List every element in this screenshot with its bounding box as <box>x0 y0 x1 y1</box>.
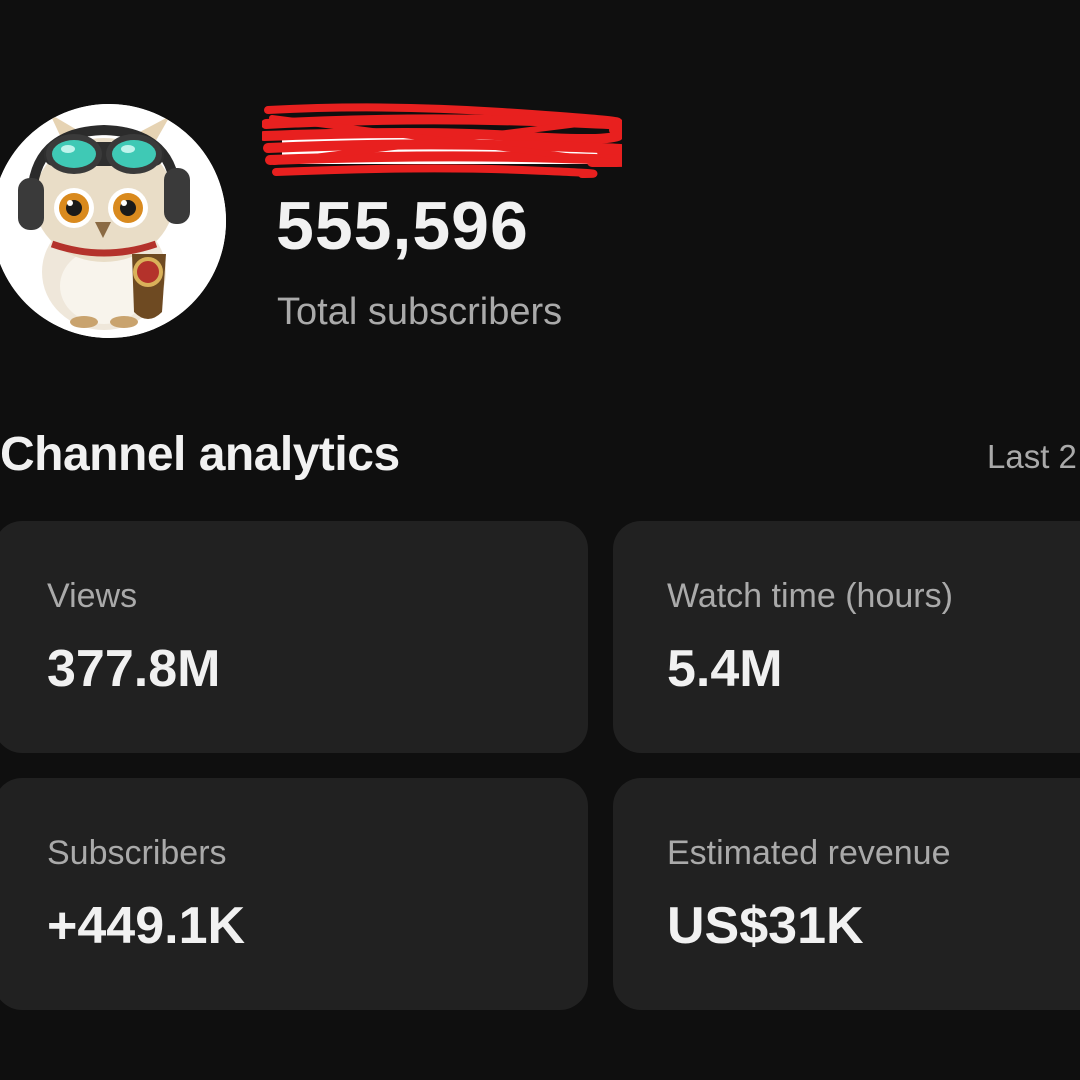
total-subscribers-label: Total subscribers <box>277 291 563 333</box>
channel-avatar[interactable] <box>0 104 226 338</box>
redaction-scribble-icon <box>262 103 622 178</box>
metric-value: 377.8M <box>47 640 221 698</box>
metric-label: Views <box>47 577 138 615</box>
metric-card-subscribers[interactable]: Subscribers +449.1K <box>0 778 588 1010</box>
owl-mascot-icon <box>0 104 226 338</box>
metric-value: US$31K <box>667 897 864 955</box>
metric-label: Watch time (hours) <box>667 577 953 615</box>
date-range-selector[interactable]: Last 2 <box>987 440 1077 473</box>
metric-value: +449.1K <box>47 897 246 955</box>
metric-card-watch-time[interactable]: Watch time (hours) 5.4M <box>613 521 1080 753</box>
metric-card-estimated-revenue[interactable]: Estimated revenue US$31K <box>613 778 1080 1010</box>
metric-card-views[interactable]: Views 377.8M <box>0 521 588 753</box>
channel-analytics-title: Channel analytics <box>0 428 400 481</box>
studio-dashboard: 555,596 Total subscribers Channel analyt… <box>0 0 1080 1080</box>
channel-name-redacted <box>262 102 622 182</box>
total-subscriber-count: 555,596 <box>276 188 529 264</box>
metric-label: Estimated revenue <box>667 834 951 872</box>
metric-value: 5.4M <box>667 640 783 698</box>
metric-label: Subscribers <box>47 834 227 872</box>
